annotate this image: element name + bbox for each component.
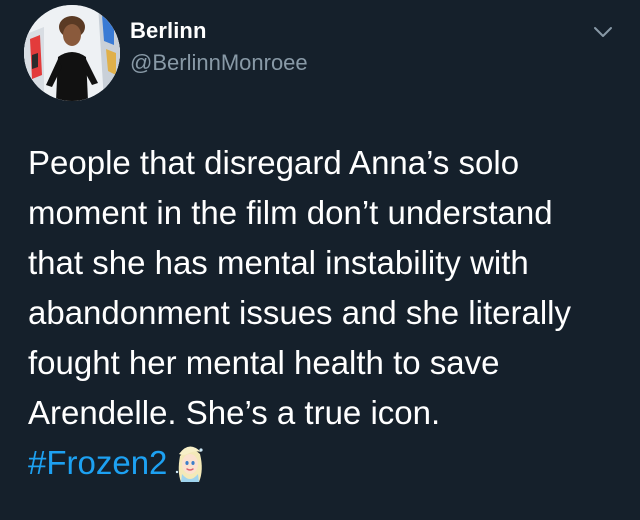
chevron-down-icon[interactable] — [590, 22, 616, 42]
profile-photo — [24, 5, 120, 101]
tweet-text-line: that she has mental instability with — [28, 244, 529, 281]
author-handle[interactable]: @BerlinnMonroee — [130, 50, 308, 76]
hashtag-row: #Frozen2 — [28, 438, 628, 488]
hashtag-link[interactable]: #Frozen2 — [28, 444, 167, 481]
tweet-text: People that disregard Anna’s solo moment… — [28, 138, 628, 488]
tweet-text-line: moment in the film don’t understand — [28, 194, 553, 231]
elsa-emoji-icon — [171, 442, 209, 484]
avatar[interactable] — [24, 5, 120, 101]
tweet-text-line: fought her mental health to save — [28, 344, 500, 381]
author-display-name[interactable]: Berlinn — [130, 18, 207, 44]
tweet-text-line: People that disregard Anna’s solo — [28, 144, 520, 181]
tweet-text-line: Arendelle. She’s a true icon. — [28, 394, 441, 431]
tweet-card: Berlinn @BerlinnMonroee People that disr… — [0, 0, 640, 520]
tweet-text-line: abandonment issues and she literally — [28, 294, 572, 331]
